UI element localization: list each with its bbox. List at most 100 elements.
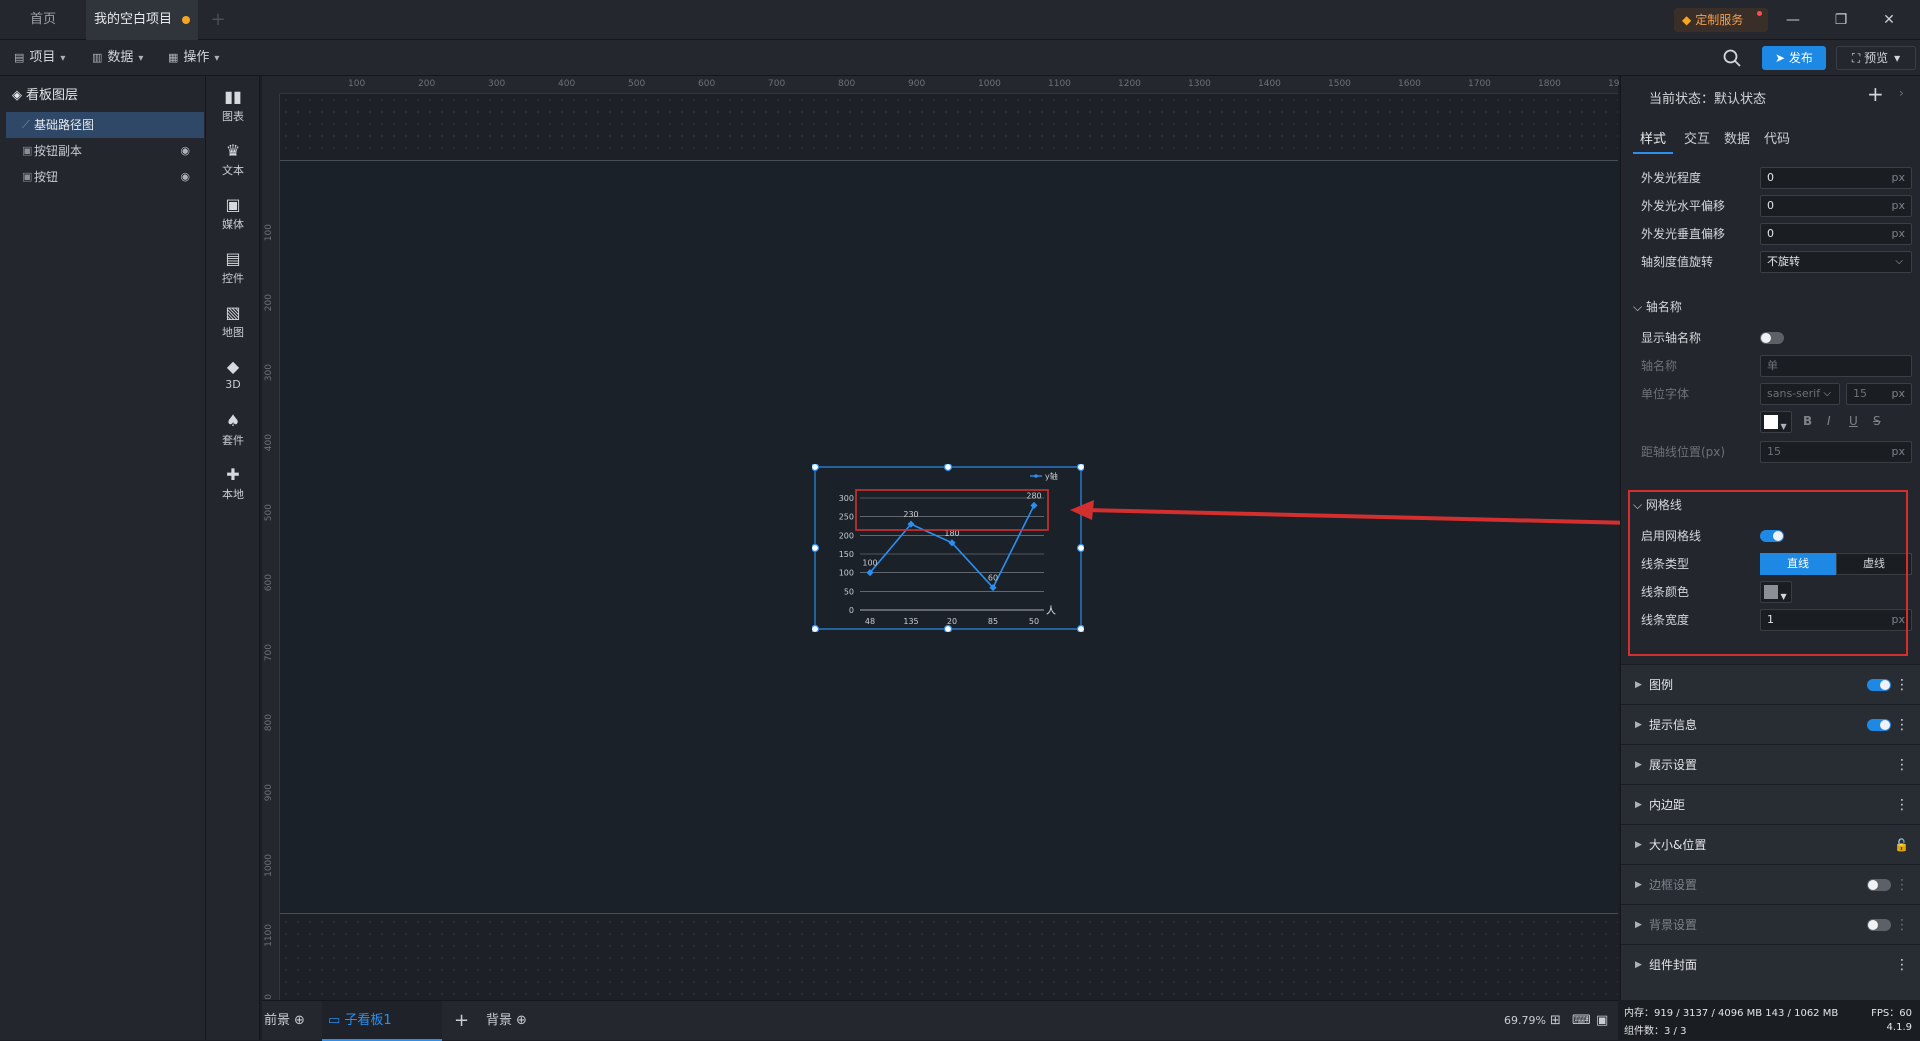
- terminal-icon[interactable]: ▣: [1596, 1001, 1608, 1041]
- section-display[interactable]: ▶ 展示设置 ⋮: [1621, 744, 1920, 784]
- font-size-input[interactable]: 15 px: [1846, 383, 1912, 405]
- section-background[interactable]: ▶ 背景设置 ⋮: [1621, 904, 1920, 944]
- section-tooltip[interactable]: ▶ 提示信息 ⋮: [1621, 704, 1920, 744]
- legend-toggle[interactable]: [1867, 679, 1891, 691]
- bold-icon[interactable]: B: [1803, 414, 1812, 428]
- more-vertical-icon[interactable]: ⋮: [1895, 665, 1909, 705]
- unit: px: [1891, 171, 1906, 184]
- font-family-select[interactable]: sans-serif ⌵: [1760, 383, 1840, 405]
- search-icon[interactable]: [1722, 48, 1742, 68]
- component-map[interactable]: ▧ 地图: [206, 296, 260, 350]
- media-icon: ▣: [225, 195, 241, 214]
- section-cover[interactable]: ▶ 组件封面 ⋮: [1621, 944, 1920, 1000]
- component-suite[interactable]: ♠ 套件: [206, 404, 260, 458]
- add-circle-icon[interactable]: ⊕: [516, 1013, 527, 1028]
- layers-panel: ◈ 看板图层 ⟋ 基础路径图 ▣ 按钮副本 ◉ ▣ 按钮 ◉: [0, 76, 206, 1040]
- tab-interaction[interactable]: 交互: [1677, 126, 1717, 154]
- restore-icon[interactable]: ❐: [1818, 0, 1864, 40]
- axis-name-input[interactable]: 单: [1760, 355, 1912, 377]
- tooltip-toggle[interactable]: [1867, 719, 1891, 731]
- add-state-icon[interactable]: +: [1867, 82, 1884, 106]
- preview-label: 预览: [1864, 51, 1889, 65]
- component-3d[interactable]: ◆ 3D: [206, 350, 260, 404]
- tab-home[interactable]: 首页: [0, 0, 86, 40]
- layer-item-line-chart[interactable]: ⟋ 基础路径图: [6, 112, 204, 138]
- component-control[interactable]: ▤ 控件: [206, 242, 260, 296]
- value: sans-serif: [1767, 387, 1821, 400]
- glow-level-input[interactable]: 0 px: [1760, 167, 1912, 189]
- more-vertical-icon[interactable]: ⋮: [1895, 865, 1909, 905]
- canvas-grid-bottom: [280, 916, 1618, 1004]
- menu-project[interactable]: ▤ 项目 ▾: [14, 40, 65, 76]
- section-border[interactable]: ▶ 边框设置 ⋮: [1621, 864, 1920, 904]
- layer-label: 基础路径图: [34, 118, 95, 132]
- close-icon[interactable]: ✕: [1866, 0, 1912, 40]
- more-vertical-icon[interactable]: ⋮: [1895, 945, 1909, 985]
- toggle-knob: [1761, 333, 1771, 343]
- italic-icon[interactable]: I: [1827, 414, 1831, 428]
- font-color-picker[interactable]: ▼: [1760, 411, 1792, 433]
- chevron-right-icon[interactable]: ›: [1899, 86, 1904, 100]
- component-local[interactable]: ✚ 本地: [206, 458, 260, 512]
- tick-rotate-select[interactable]: 不旋转 ⌵: [1760, 251, 1912, 273]
- custom-service-button[interactable]: ◆ 定制服务: [1674, 8, 1768, 32]
- border-toggle[interactable]: [1867, 879, 1891, 891]
- tab-project[interactable]: 我的空白项目: [86, 0, 198, 40]
- section-size-position[interactable]: ▶ 大小&位置 🔓: [1621, 824, 1920, 864]
- fit-screen-icon[interactable]: ⊞: [1550, 1001, 1561, 1041]
- component-chart[interactable]: ▮▮ 图表: [206, 80, 260, 134]
- add-circle-icon[interactable]: ⊕: [294, 1013, 305, 1028]
- section-legend[interactable]: ▶ 图例 ⋮: [1621, 664, 1920, 704]
- section-label: 展示设置: [1649, 758, 1698, 772]
- axis-distance-input[interactable]: 15 px: [1760, 441, 1912, 463]
- more-vertical-icon[interactable]: ⋮: [1895, 785, 1909, 825]
- unit: px: [1891, 199, 1906, 212]
- layer-item-button[interactable]: ▣ 按钮 ◉: [6, 164, 204, 190]
- row-tick-rotate: 轴刻度值旋转 不旋转 ⌵: [1641, 248, 1912, 276]
- caret-right-icon: ▶: [1635, 840, 1642, 850]
- layer-item-button-copy[interactable]: ▣ 按钮副本 ◉: [6, 138, 204, 164]
- line-chart: 050100150200250300人48 135 20 85 501002301806…: [812, 464, 1084, 632]
- underline-icon[interactable]: U: [1849, 414, 1858, 428]
- strikethrough-icon[interactable]: S: [1873, 414, 1881, 428]
- more-vertical-icon[interactable]: ⋮: [1895, 705, 1909, 745]
- lock-icon[interactable]: 🔓: [1894, 825, 1909, 865]
- title-bar: 首页 我的空白项目 + ◆ 定制服务 — ❐ ✕: [0, 0, 1920, 40]
- ruler-left-label: 800: [264, 714, 274, 732]
- fps-status: FPS：60: [1871, 1008, 1912, 1019]
- eye-hidden-icon[interactable]: ◉: [180, 164, 190, 190]
- section-label: 内边距: [1649, 798, 1686, 812]
- more-vertical-icon[interactable]: ⋮: [1895, 905, 1909, 945]
- menu-operate[interactable]: ▦ 操作 ▾: [168, 40, 219, 76]
- preview-button[interactable]: ⛶ 预览 ▾: [1836, 46, 1916, 70]
- more-vertical-icon[interactable]: ⋮: [1895, 745, 1909, 785]
- tab-foreground[interactable]: 前景 ⊕: [264, 1001, 305, 1041]
- background-toggle[interactable]: [1867, 919, 1891, 931]
- menu-data-label: 数据: [107, 50, 134, 65]
- menu-data[interactable]: ▥ 数据 ▾: [92, 40, 143, 76]
- add-board-icon[interactable]: +: [454, 1001, 469, 1041]
- section-padding[interactable]: ▶ 内边距 ⋮: [1621, 784, 1920, 824]
- y-tick-label: 100: [839, 569, 854, 578]
- add-tab-icon[interactable]: +: [206, 0, 230, 40]
- show-axis-name-toggle[interactable]: [1760, 332, 1784, 344]
- chevron-down-icon: ▾: [138, 53, 144, 64]
- section-axis-name[interactable]: ⌵ 轴名称: [1633, 298, 1682, 315]
- tab-code[interactable]: 代码: [1757, 126, 1797, 154]
- minimize-icon[interactable]: —: [1770, 0, 1816, 40]
- tab-subboard[interactable]: ▭ 子看板1: [322, 1001, 442, 1041]
- tab-background[interactable]: 背景 ⊕: [486, 1001, 527, 1041]
- keyboard-icon[interactable]: ⌨: [1572, 1001, 1591, 1041]
- publish-button[interactable]: ➤ 发布: [1762, 46, 1826, 70]
- component-media[interactable]: ▣ 媒体: [206, 188, 260, 242]
- eye-hidden-icon[interactable]: ◉: [180, 138, 190, 164]
- glow-v-input[interactable]: 0 px: [1760, 223, 1912, 245]
- component-text[interactable]: ♛ 文本: [206, 134, 260, 188]
- line-chart-component[interactable]: 0 50 100 150 200 250 300 人 48 135 20 85 50 100 230 180 6…: [812, 464, 1084, 632]
- zoom-level[interactable]: 69.79%: [1504, 1001, 1546, 1041]
- caret-right-icon: ▶: [1635, 880, 1642, 890]
- row-glow-h: 外发光水平偏移 0 px: [1641, 192, 1912, 220]
- glow-h-input[interactable]: 0 px: [1760, 195, 1912, 217]
- tab-data[interactable]: 数据: [1717, 126, 1757, 154]
- tab-style[interactable]: 样式: [1633, 126, 1673, 154]
